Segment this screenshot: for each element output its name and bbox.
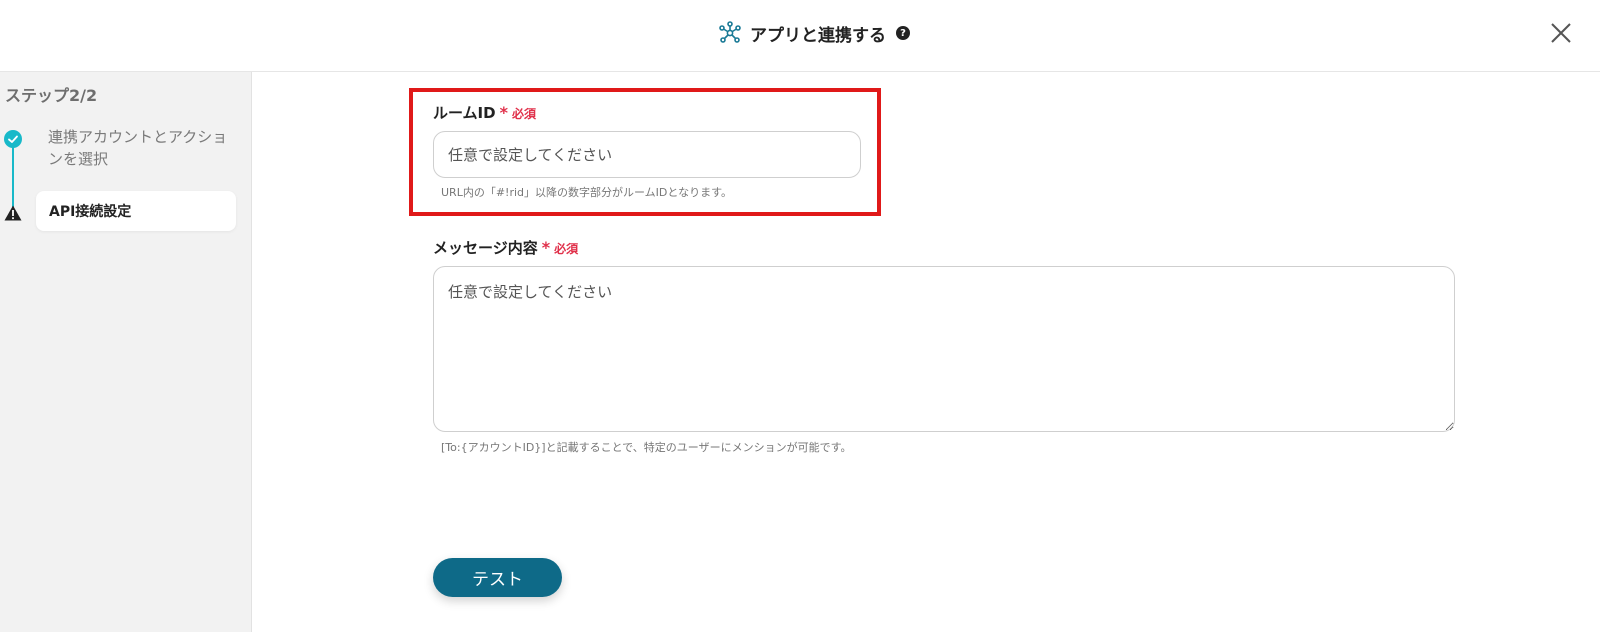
required-badge: 必須	[554, 242, 579, 256]
message-label-text: メッセージ内容	[433, 239, 538, 257]
room-id-label-text: ルームID	[433, 104, 496, 122]
check-icon	[4, 130, 22, 148]
room-id-label: ルームID * 必須	[433, 102, 536, 123]
sidebar-step-select-action[interactable]: 連携アカウントとアクションを選択	[48, 126, 228, 170]
room-id-help-text: URL内の「#!rid」以降の数字部分がルームIDとなります。	[441, 186, 732, 199]
step-counter: ステップ2/2	[5, 86, 98, 105]
close-button[interactable]	[1548, 20, 1574, 46]
step-timeline	[12, 138, 14, 208]
modal-header: アプリと連携する ?	[0, 0, 1600, 72]
message-textarea[interactable]	[433, 266, 1455, 432]
test-button[interactable]: テスト	[433, 558, 562, 597]
network-hub-icon	[719, 21, 741, 43]
required-asterisk: *	[541, 238, 551, 257]
warning-icon	[4, 205, 22, 221]
required-badge: 必須	[511, 107, 536, 121]
modal-title: アプリと連携する	[750, 25, 886, 46]
header-title-group: アプリと連携する ?	[718, 20, 910, 46]
close-icon[interactable]	[1548, 20, 1574, 46]
help-icon[interactable]: ?	[896, 26, 910, 40]
message-help-text: [To:{アカウントID}]と記載することで、特定のユーザーにメンションが可能で…	[441, 441, 852, 454]
sidebar-step-label: API接続設定	[49, 204, 132, 220]
room-id-input[interactable]	[433, 131, 861, 178]
sidebar-step-api-settings[interactable]: API接続設定	[36, 191, 236, 231]
step-sidebar: ステップ2/2 連携アカウントとアクションを選択 API接続設定	[0, 72, 252, 632]
message-label: メッセージ内容 * 必須	[433, 237, 578, 258]
required-asterisk: *	[499, 103, 508, 122]
